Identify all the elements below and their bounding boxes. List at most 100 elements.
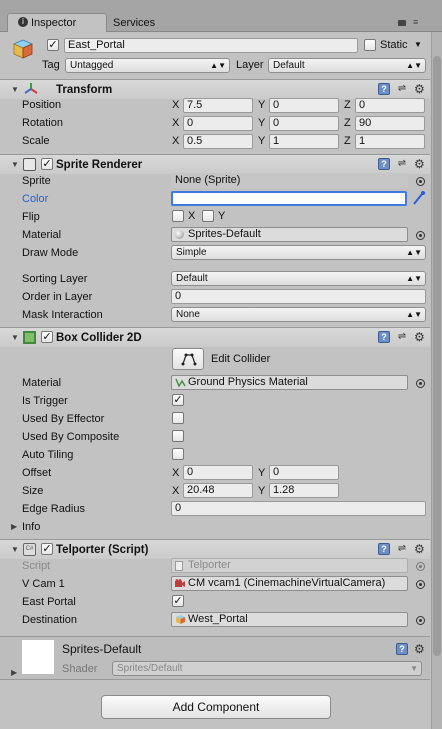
foldout-arrow-icon[interactable]: ▼ xyxy=(11,84,19,96)
scale-x-field[interactable]: 0.5 xyxy=(183,134,253,149)
size-y-field[interactable]: 1.28 xyxy=(269,483,339,498)
telporter-header[interactable]: ▼ C# ✓ Telporter (Script) ? ⇌ ⚙ xyxy=(0,539,430,559)
telporter-enabled-checkbox[interactable]: ✓ xyxy=(41,543,53,555)
offset-y-label: Y xyxy=(258,467,266,479)
position-z-label: Z xyxy=(344,99,351,111)
rotation-x-label: X xyxy=(172,117,180,129)
help-book-icon[interactable]: ? xyxy=(396,643,408,655)
transform-header[interactable]: ▼ Transform ? ⇌ ⚙ xyxy=(0,79,430,99)
help-book-icon[interactable]: ? xyxy=(378,83,390,95)
foldout-arrow-icon[interactable]: ▼ xyxy=(11,159,19,171)
sorting-layer-dropdown[interactable]: Default ▲▼ xyxy=(171,271,426,286)
preset-icon[interactable]: ⇌ xyxy=(396,331,408,343)
used-by-effector-checkbox[interactable] xyxy=(172,412,184,424)
physics-material-icon xyxy=(175,377,186,388)
color-field[interactable] xyxy=(171,191,407,206)
foldout-arrow-icon[interactable]: ▼ xyxy=(11,544,19,556)
object-picker-icon[interactable] xyxy=(416,580,425,589)
position-z-field[interactable]: 0 xyxy=(355,98,425,113)
shader-dropdown[interactable]: Sprites/Default ▼ xyxy=(112,661,422,676)
size-x-field[interactable]: 20.48 xyxy=(183,483,253,498)
is-trigger-checkbox[interactable]: ✓ xyxy=(172,394,184,406)
object-picker-icon[interactable] xyxy=(416,616,425,625)
flip-y-checkbox[interactable] xyxy=(202,210,214,222)
draw-mode-dropdown[interactable]: Simple ▲▼ xyxy=(171,245,426,260)
telporter-title: Telporter (Script) xyxy=(56,544,149,556)
info-foldout-label[interactable]: Info xyxy=(22,520,40,534)
sprite-field[interactable]: None (Sprite) xyxy=(171,173,408,188)
rotation-x-field[interactable]: 0 xyxy=(183,116,253,131)
tab-menu-icon[interactable]: ≡ xyxy=(413,17,418,27)
object-picker-icon[interactable] xyxy=(416,177,425,186)
object-picker-icon[interactable] xyxy=(416,231,425,240)
eyedropper-icon[interactable] xyxy=(412,190,426,206)
position-y-field[interactable]: 0 xyxy=(269,98,339,113)
tab-services[interactable]: Services xyxy=(113,16,155,30)
box-collider-enabled-checkbox[interactable]: ✓ xyxy=(41,331,53,343)
color-label: Color xyxy=(22,193,49,205)
gear-icon[interactable]: ⚙ xyxy=(414,543,425,555)
tag-label: Tag xyxy=(42,59,60,71)
foldout-arrow-icon[interactable]: ▼ xyxy=(11,332,19,344)
box-collider-header[interactable]: ▼ ✓ Box Collider 2D ? ⇌ ⚙ xyxy=(0,327,430,347)
active-checkbox[interactable]: ✓ xyxy=(47,39,59,51)
gameobject-cube-icon xyxy=(175,614,186,625)
east-portal-checkbox[interactable]: ✓ xyxy=(172,595,184,607)
flip-x-checkbox[interactable] xyxy=(172,210,184,222)
material-preview-name: Sprites-Default xyxy=(62,642,142,656)
auto-tiling-checkbox[interactable] xyxy=(172,448,184,460)
collider-material-field[interactable]: Ground Physics Material xyxy=(171,375,408,390)
sprite-renderer-header[interactable]: ▼ ✓ Sprite Renderer ? ⇌ ⚙ xyxy=(0,154,430,174)
sorting-layer-label: Sorting Layer xyxy=(22,273,88,285)
gear-icon[interactable]: ⚙ xyxy=(414,331,425,343)
tab-inspector-label: Inspector xyxy=(31,17,77,29)
tab-inspector[interactable]: i Inspector xyxy=(7,13,107,32)
vcam-value: CM vcam1 (CinemachineVirtualCamera) xyxy=(188,577,386,589)
gear-icon[interactable]: ⚙ xyxy=(414,83,425,95)
lock-icon[interactable] xyxy=(398,20,406,26)
vcam-field[interactable]: CM vcam1 (CinemachineVirtualCamera) xyxy=(171,576,408,591)
tag-dropdown[interactable]: Untagged ▲▼ xyxy=(65,58,230,73)
object-picker-icon xyxy=(416,562,425,571)
help-book-icon[interactable]: ? xyxy=(378,543,390,555)
offset-x-field[interactable]: 0 xyxy=(183,465,253,480)
info-foldout-arrow-icon[interactable]: ▶ xyxy=(11,521,17,533)
scrollbar-thumb[interactable] xyxy=(433,56,441,656)
scale-z-field[interactable]: 1 xyxy=(355,134,425,149)
used-by-composite-checkbox[interactable] xyxy=(172,430,184,442)
script-label: Script xyxy=(22,560,51,572)
material-sphere-icon xyxy=(175,230,184,239)
tag-value: Untagged xyxy=(70,60,114,71)
offset-y-field[interactable]: 0 xyxy=(269,465,339,480)
destination-field[interactable]: West_Portal xyxy=(171,612,408,627)
material-foldout-arrow-icon[interactable]: ▶ xyxy=(11,667,17,679)
add-component-button[interactable]: Add Component xyxy=(101,695,331,719)
preset-icon[interactable]: ⇌ xyxy=(396,158,408,170)
rotation-y-field[interactable]: 0 xyxy=(269,116,339,131)
scale-y-field[interactable]: 1 xyxy=(269,134,339,149)
gameobject-icon xyxy=(12,38,34,60)
is-trigger-label: Is Trigger xyxy=(22,395,68,407)
object-picker-icon[interactable] xyxy=(416,379,425,388)
help-book-icon[interactable]: ? xyxy=(378,158,390,170)
layer-dropdown[interactable]: Default ▲▼ xyxy=(268,58,426,73)
material-preview-thumbnail xyxy=(22,640,54,674)
preset-icon[interactable]: ⇌ xyxy=(396,543,408,555)
edit-collider-button[interactable] xyxy=(172,348,204,370)
position-x-field[interactable]: 7.5 xyxy=(183,98,253,113)
preset-icon[interactable]: ⇌ xyxy=(396,83,408,95)
gear-icon[interactable]: ⚙ xyxy=(414,643,425,655)
rotation-z-field[interactable]: 90 xyxy=(355,116,425,131)
gear-icon[interactable]: ⚙ xyxy=(414,158,425,170)
static-dropdown-arrow[interactable]: ▼ xyxy=(414,38,422,52)
help-book-icon[interactable]: ? xyxy=(378,331,390,343)
static-checkbox[interactable] xyxy=(364,39,376,51)
shader-label: Shader xyxy=(62,663,98,675)
mask-interaction-dropdown[interactable]: None ▲▼ xyxy=(171,307,426,322)
sprite-renderer-enabled-checkbox[interactable]: ✓ xyxy=(41,158,53,170)
material-field[interactable]: Sprites-Default xyxy=(171,227,408,242)
edge-radius-field[interactable]: 0 xyxy=(171,501,426,516)
object-name-field[interactable]: East_Portal xyxy=(64,38,358,53)
order-in-layer-field[interactable]: 0 xyxy=(171,289,426,304)
rotation-label: Rotation xyxy=(22,117,63,129)
